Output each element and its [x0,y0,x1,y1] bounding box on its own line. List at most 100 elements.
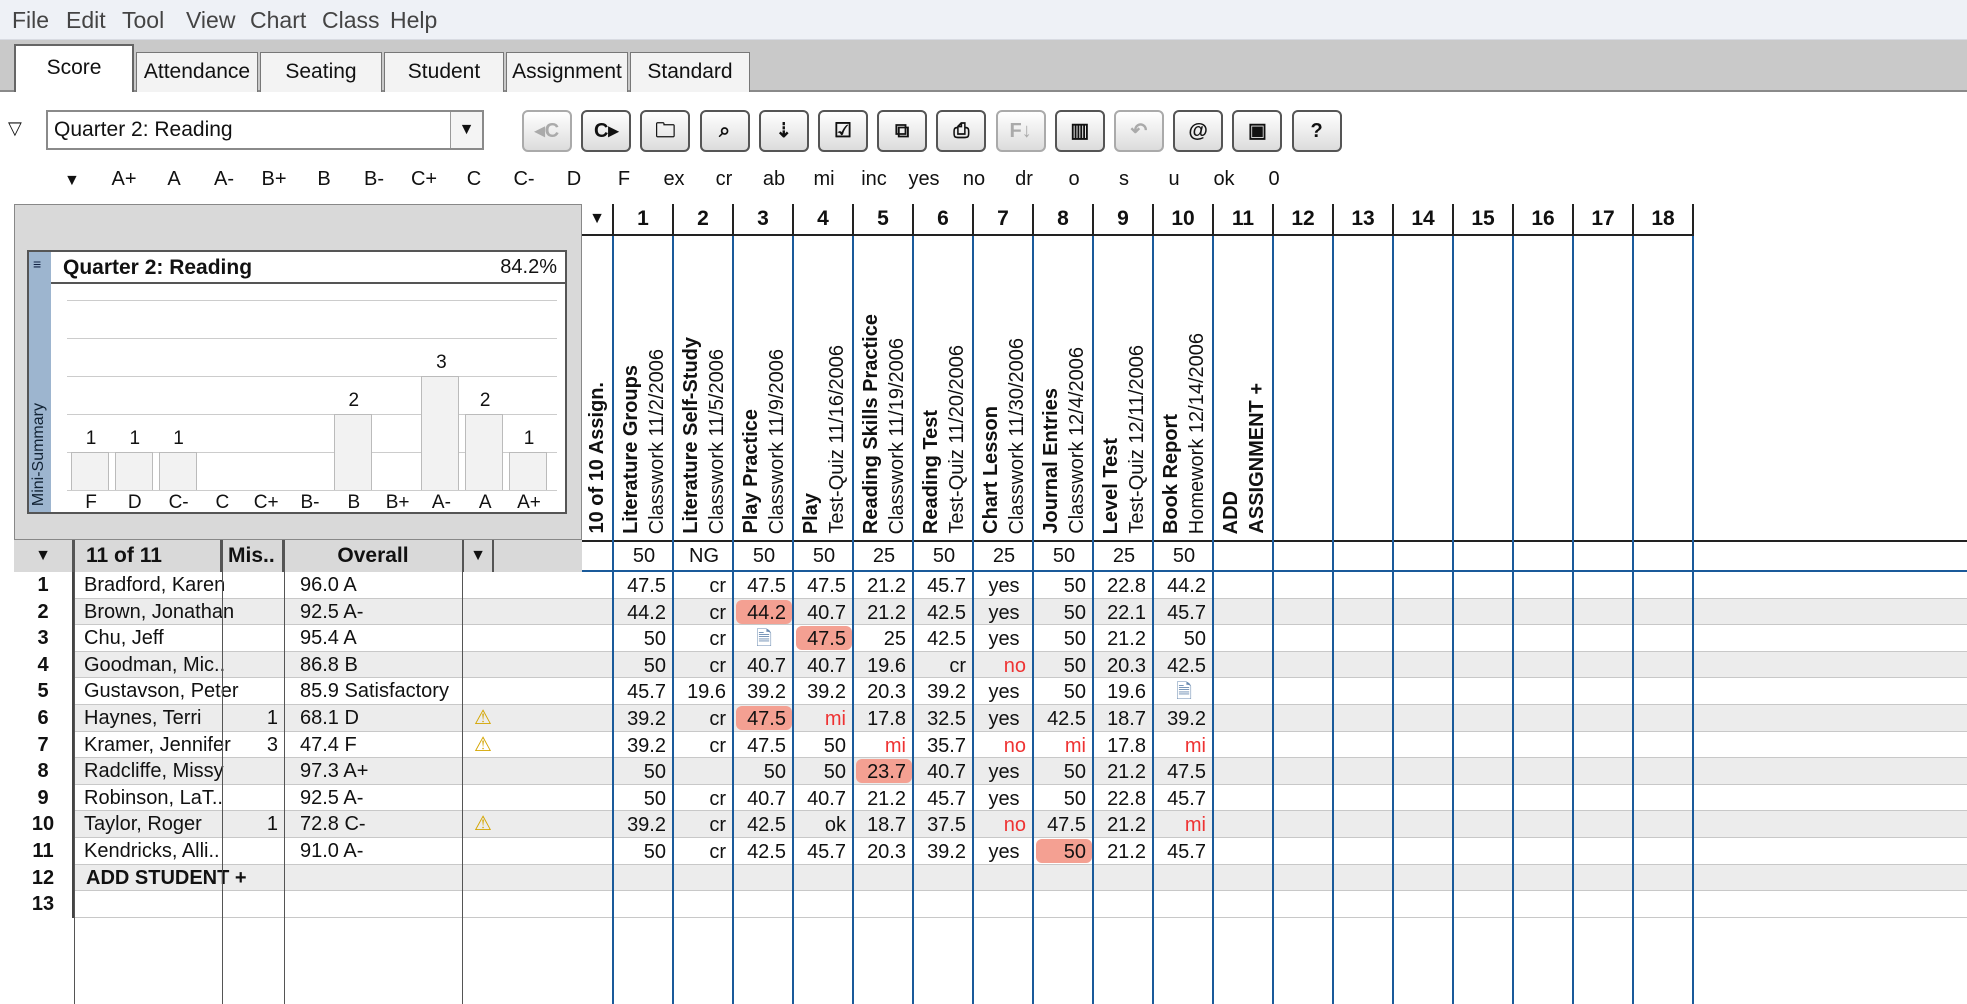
assignment-header-8[interactable]: Journal Entries Classwork 12/4/2006 [1034,236,1094,540]
student-name[interactable]: Radcliffe, Missy [84,758,224,785]
score-cell[interactable]: yes [976,759,1032,783]
tab-assignment[interactable]: Assignment [506,52,628,92]
grade-key-15[interactable]: inc [849,168,899,191]
score-cell[interactable]: 50 [1036,626,1092,650]
grade-key-14[interactable]: mi [799,168,849,191]
score-cell[interactable]: 35.7 [916,733,972,757]
menu-chart[interactable]: Chart [250,7,306,34]
score-cell[interactable]: 42.5 [736,839,792,863]
chevron-down-icon[interactable]: ▼ [450,112,482,148]
column-number[interactable]: 6 [914,204,974,236]
student-sort-icon[interactable]: ▼ [14,540,74,572]
score-cell[interactable]: 18.7 [1096,706,1152,730]
undo-button[interactable]: ↶ [1114,110,1164,152]
score-cell[interactable]: 19.6 [1096,679,1152,703]
row-number[interactable]: 2 [14,598,74,626]
grade-key-7[interactable]: C [449,168,499,191]
student-name[interactable]: Brown, Jonathan [84,599,234,626]
assignment-header-3[interactable]: Play Practice Classwork 11/9/2006 [734,236,794,540]
score-cell[interactable]: 50 [796,759,852,783]
menu-view[interactable]: View [186,7,235,34]
score-cell[interactable]: 47.5 [796,573,852,597]
grade-key-10[interactable]: F [599,168,649,191]
row-number[interactable]: 10 [14,811,74,838]
score-cell[interactable]: 47.5 [1036,812,1092,836]
score-cell[interactable]: 17.8 [1096,733,1152,757]
score-cell[interactable]: yes [976,839,1032,863]
column-number[interactable]: 13 [1334,204,1394,236]
score-cell[interactable]: no [976,812,1032,836]
score-cell[interactable]: cr [676,573,732,597]
grade-key-dropdown-icon[interactable]: ▼ [64,172,80,190]
score-cell[interactable]: cr [916,653,972,677]
score-cell[interactable]: 37.5 [916,812,972,836]
score-cell[interactable]: yes [976,626,1032,650]
score-cell[interactable]: 45.7 [916,573,972,597]
overall-header[interactable]: Overall [284,540,464,572]
grade-key-4[interactable]: B [299,168,349,191]
score-cell[interactable]: 42.5 [1156,653,1212,677]
score-cell[interactable]: 50 [616,839,672,863]
row-number[interactable]: 1 [14,572,74,599]
score-cell[interactable]: mi [1036,733,1092,757]
score-cell[interactable]: yes [976,600,1032,624]
assignment-header-6[interactable]: Reading Test Test-Quiz 11/20/2006 [914,236,974,540]
grade-key-8[interactable]: C- [499,168,549,191]
score-cell[interactable]: no [976,733,1032,757]
tab-seating[interactable]: Seating [260,52,382,92]
score-cell[interactable]: no [976,653,1032,677]
tab-attendance[interactable]: Attendance [136,52,258,92]
score-cell[interactable]: 47.5 [1156,759,1212,783]
empty-column-header[interactable] [1334,236,1394,540]
score-cell[interactable]: 45.7 [1156,600,1212,624]
score-cell[interactable]: 45.7 [1156,786,1212,810]
column-number[interactable]: 2 [674,204,734,236]
score-cell[interactable]: 50 [1156,626,1212,650]
score-cell[interactable]: cr [676,812,732,836]
grade-key-1[interactable]: A [149,168,199,191]
score-cell[interactable]: 21.2 [856,600,912,624]
assignment-header-10[interactable]: Book Report Homework 12/14/2006 [1154,236,1214,540]
score-cell[interactable]: 40.7 [916,759,972,783]
student-name[interactable]: Kendricks, Alli.. [84,838,222,865]
score-cell[interactable]: 18.7 [856,812,912,836]
score-cell[interactable]: cr [676,839,732,863]
email-button[interactable]: @ [1173,110,1224,152]
student-name[interactable]: Kramer, Jennifer [84,732,231,759]
note-icon[interactable]: 🗎 [736,626,792,650]
score-cell[interactable]: 50 [616,786,672,810]
open-folder-button[interactable]: 🗀 [640,110,691,152]
score-cell[interactable]: 47.5 [736,573,792,597]
score-cell[interactable]: 50 [1036,600,1092,624]
score-cell[interactable]: 21.2 [1096,812,1152,836]
score-cell[interactable]: 50 [1036,679,1092,703]
grade-key-3[interactable]: B+ [249,168,299,191]
empty-column-header[interactable] [1574,236,1634,540]
column-number[interactable]: 16 [1514,204,1574,236]
column-number[interactable]: 15 [1454,204,1514,236]
row-number[interactable]: 4 [14,651,74,679]
column-number[interactable]: 14 [1394,204,1454,236]
score-cell[interactable]: 42.5 [1036,706,1092,730]
student-name[interactable]: Chu, Jeff [84,625,222,652]
score-cell[interactable]: 39.2 [796,679,852,703]
tab-score[interactable]: Score [14,44,134,94]
column-number[interactable]: 1 [614,204,674,236]
column-number[interactable]: 3 [734,204,794,236]
grade-key-20[interactable]: s [1099,168,1149,191]
grade-key-0[interactable]: A+ [99,168,149,191]
score-cell[interactable]: cr [676,626,732,650]
row-number[interactable]: 12 [14,864,74,892]
score-cell[interactable]: 40.7 [796,653,852,677]
score-cell[interactable]: 20.3 [1096,653,1152,677]
empty-column-header[interactable] [1634,236,1694,540]
menu-edit[interactable]: Edit [66,7,106,34]
student-name-header[interactable]: 11 of 11 Stud.. [74,540,222,599]
score-cell[interactable]: 50 [1036,759,1092,783]
row-number[interactable]: 8 [14,758,74,785]
menu-tool[interactable]: Tool [122,7,164,34]
save-button[interactable]: ▣ [1232,110,1283,152]
prev-class-button[interactable]: ◂C [522,110,572,152]
score-cell[interactable]: 22.8 [1096,573,1152,597]
score-cell[interactable]: 25 [856,626,912,650]
